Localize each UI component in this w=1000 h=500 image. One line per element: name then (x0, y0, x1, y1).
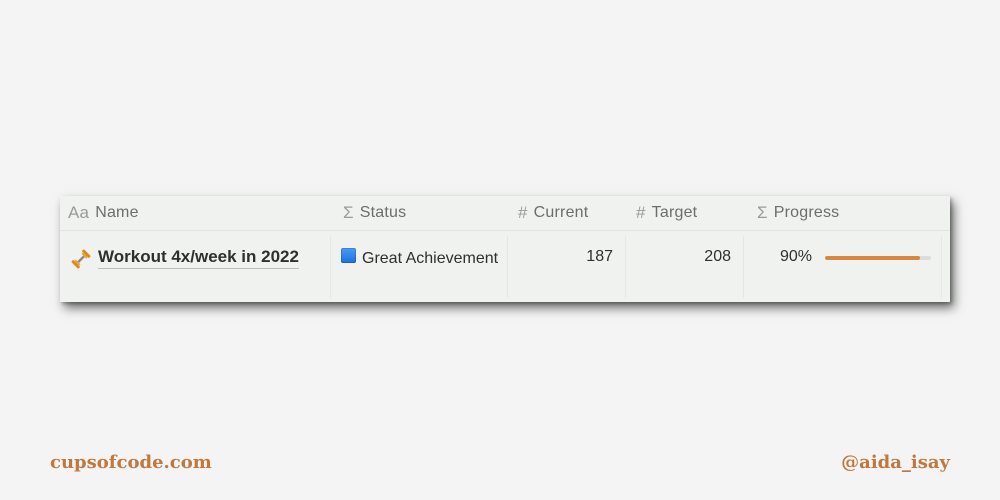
hash-icon: # (518, 203, 528, 222)
column-header-label: Name (95, 204, 139, 221)
page-title-link[interactable]: Workout 4x/week in 2022 (98, 247, 299, 269)
target-cell[interactable]: 208 (625, 236, 743, 298)
column-header-label: Current (533, 204, 589, 221)
slide-canvas: Aa Name Σ Status # Current # Target Σ Pr… (0, 0, 1000, 500)
table-header-row: Aa Name Σ Status # Current # Target Σ Pr… (60, 196, 950, 231)
column-header-label: Status (359, 204, 407, 221)
column-header-progress[interactable]: Σ Progress (757, 196, 839, 230)
column-header-target[interactable]: # Target (636, 196, 697, 230)
author-handle: @aida_isay (841, 452, 950, 473)
column-header-label: Target (651, 204, 698, 221)
name-cell[interactable]: Workout 4x/week in 2022 (68, 236, 330, 298)
column-header-name[interactable]: Aa Name (68, 196, 139, 230)
table-row[interactable]: Workout 4x/week in 2022 Great Achievemen… (60, 236, 950, 298)
current-cell[interactable]: 187 (507, 236, 625, 298)
progress-bar-fill (825, 256, 921, 260)
sigma-icon: Σ (757, 203, 768, 222)
column-divider (941, 236, 942, 298)
progress-bar-track (825, 256, 931, 260)
column-header-label: Progress (773, 204, 840, 221)
sigma-icon: Σ (343, 203, 354, 222)
text-type-icon: Aa (68, 203, 90, 222)
hash-icon: # (636, 203, 646, 222)
target-value: 208 (704, 248, 731, 265)
current-value: 187 (586, 248, 613, 265)
column-header-current[interactable]: # Current (518, 196, 588, 230)
dumbbell-icon (71, 249, 91, 269)
column-divider (330, 236, 331, 298)
column-header-status[interactable]: Σ Status (343, 196, 406, 230)
progress-cell[interactable]: 90% (743, 236, 943, 298)
status-value: Great Achievement (362, 250, 499, 267)
status-cell[interactable]: Great Achievement (340, 236, 510, 298)
website-credit: cupsofcode.com (50, 452, 212, 473)
notion-table: Aa Name Σ Status # Current # Target Σ Pr… (60, 196, 950, 302)
progress-percent: 90% (780, 248, 813, 265)
